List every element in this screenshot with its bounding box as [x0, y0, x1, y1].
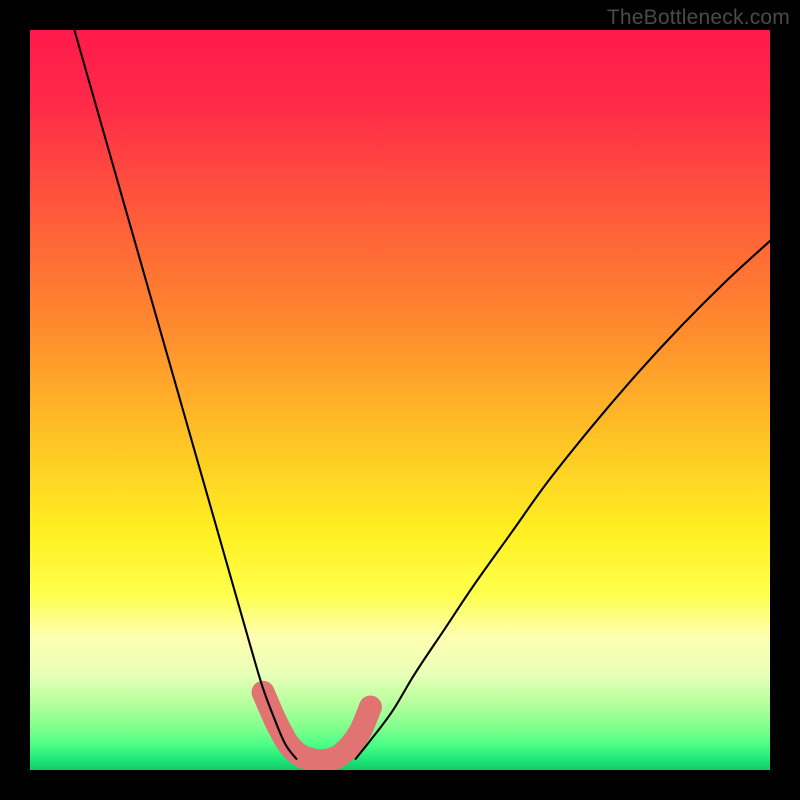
valley-marker-group — [252, 681, 382, 770]
valley-marker — [359, 696, 382, 719]
left-curve — [74, 30, 296, 759]
valley-marker — [252, 681, 275, 704]
plot-area — [30, 30, 770, 770]
valley-marker — [348, 722, 371, 745]
valley-marker — [333, 740, 356, 763]
curve-layer — [30, 30, 770, 770]
chart-frame: TheBottleneck.com — [0, 0, 800, 800]
watermark-text: TheBottleneck.com — [607, 6, 790, 30]
right-curve — [356, 241, 770, 759]
